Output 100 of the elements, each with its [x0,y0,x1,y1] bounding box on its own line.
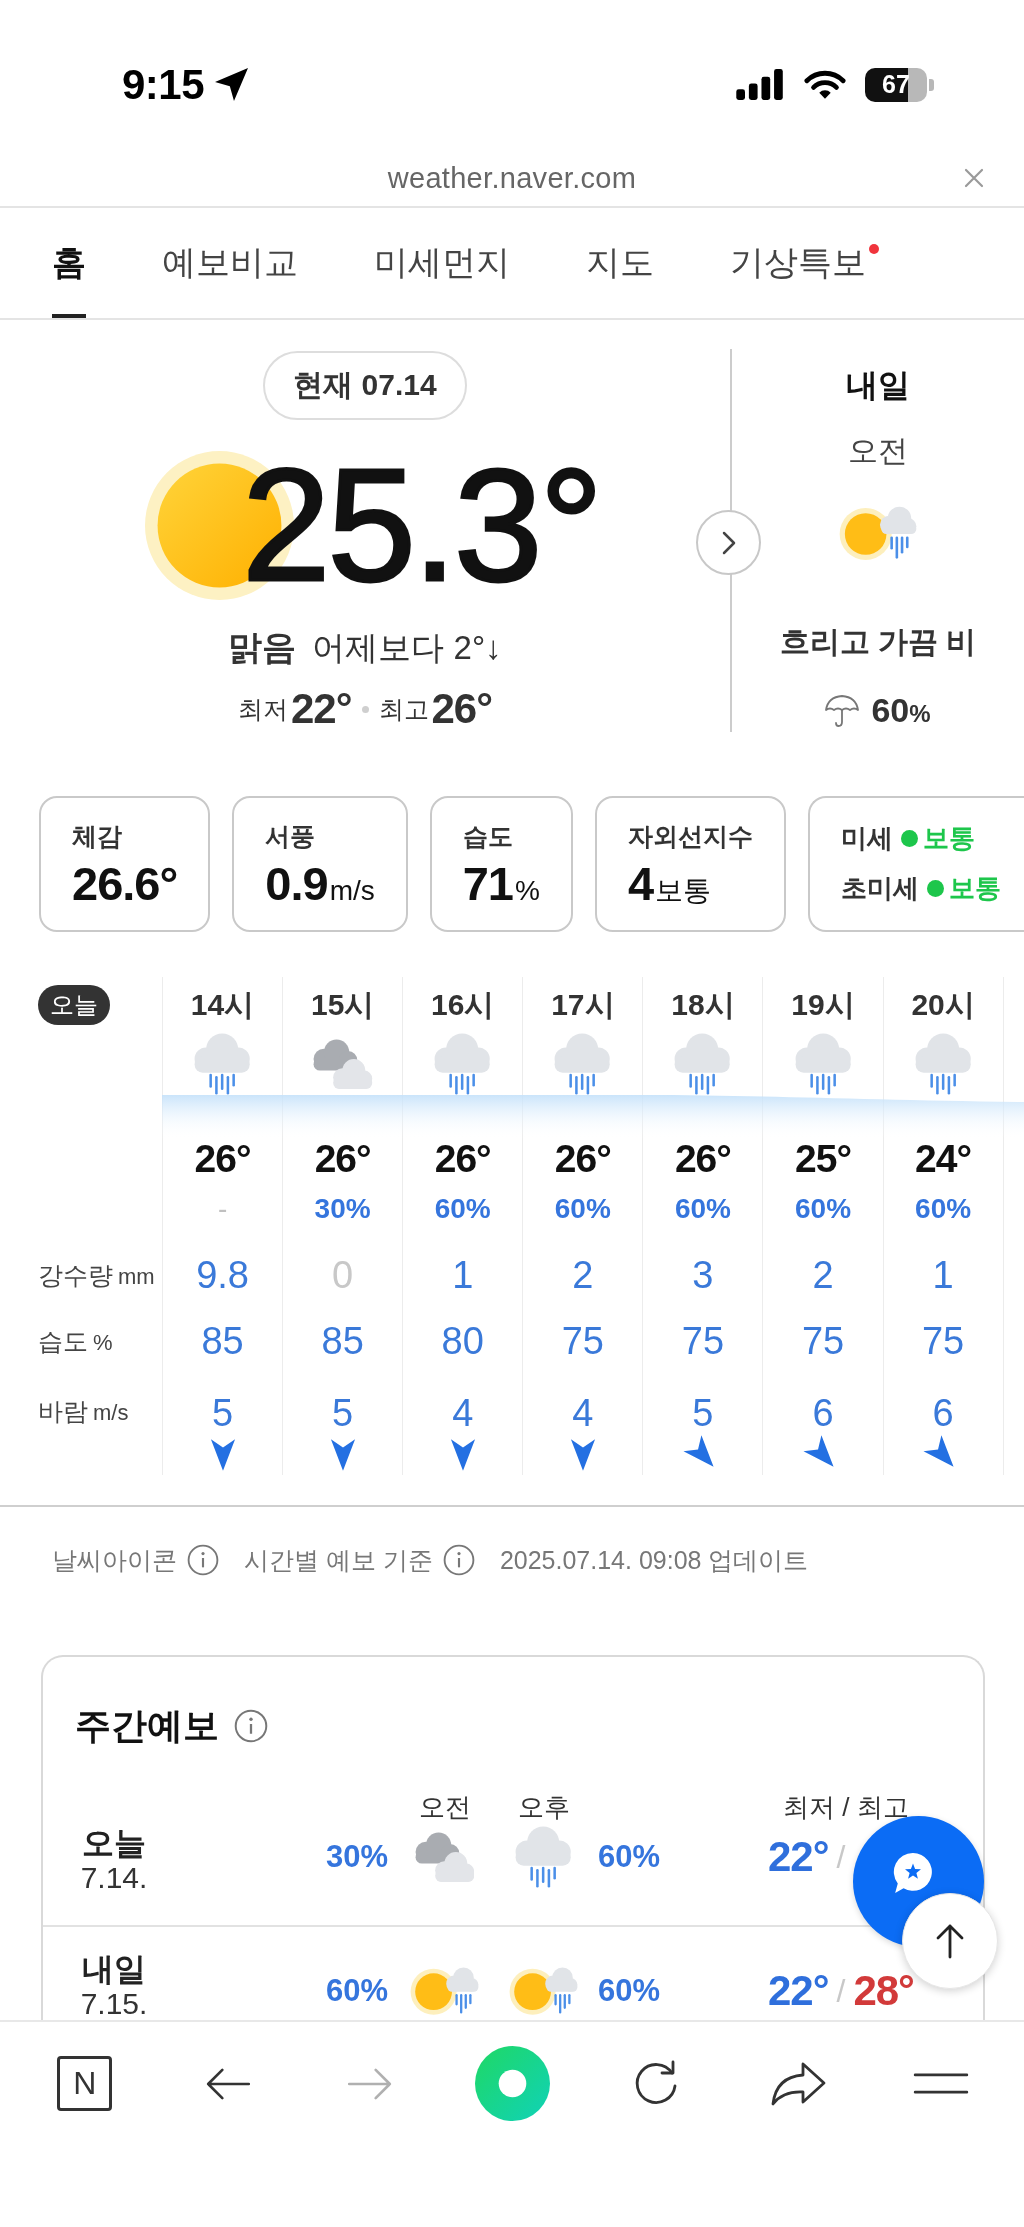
close-icon[interactable] [964,168,984,188]
precipitation-chance: 30% [314,1193,371,1225]
row-label: 습도 % [38,1325,113,1357]
precipitation-chance: 60% [871,689,931,731]
day-date: 7.14. [80,1862,148,1893]
hour-temperature: 26° [554,1139,611,1179]
hour-temperature: 26° [434,1139,491,1179]
rain-cloud-icon [674,1032,732,1096]
humidity-value: 80 [441,1319,484,1363]
info-icon[interactable] [442,1544,475,1576]
precipitation-amount: 1 [452,1253,474,1297]
detail-value: 4보통 [627,858,713,912]
nav-tab[interactable]: 예보비교 [162,208,298,318]
right-arrow-icon [347,2066,394,2101]
nav-tab[interactable]: 미세먼지 [374,208,510,318]
wind-arrow-icon [569,1438,596,1472]
wind-arrow-icon [329,1438,356,1472]
detail-label: 서풍 [265,821,317,852]
precipitation-chance: - [217,1193,228,1225]
up-arrow-icon [936,1923,964,1959]
wind-arrow-icon [449,1438,476,1472]
detail-label: 자외선지수 [627,821,753,852]
precipitation-chance: 60% [598,1839,661,1875]
forecast-condition: 흐리고 가끔 비 [779,623,977,660]
column-header: 오후 [517,1790,570,1824]
hour-temperature: 26° [314,1139,371,1179]
low-label: 최저 [238,693,288,725]
hour-temperature: 26° [194,1139,251,1179]
humidity-value: 75 [801,1319,845,1363]
detail-value: 26.6° [72,858,178,910]
weather-condition: 맑음 [228,627,297,668]
location-arrow-icon [215,68,249,101]
nav-tab[interactable]: 기상특보 [730,208,879,318]
sun-cloud-rain-icon [410,1966,479,2016]
day-name: 내일 [82,1950,146,1989]
rain-cloud-icon [194,1032,251,1096]
precipitation-chance: 60% [325,1973,388,2009]
rain-cloud-icon [515,1825,572,1889]
chat-star-icon [893,1851,933,1894]
column-header: 오전 [418,1790,471,1824]
rain-cloud-icon [554,1032,612,1096]
precipitation-chance: 60% [915,1193,972,1225]
wind-speed: 5 [211,1391,234,1435]
footer-text: 날씨아이콘 [52,1545,177,1575]
wind-speed: 6 [812,1391,834,1435]
forecast-period: 오전 [848,433,908,469]
status-time: 9:15 [122,63,205,106]
separator-dot-icon [361,705,369,713]
info-icon[interactable] [234,1709,268,1743]
precipitation-chance: 60% [434,1193,491,1225]
precipitation-amount: 2 [812,1253,834,1297]
low-temperature: 22° [768,1967,829,2015]
rain-cloud-icon [434,1032,492,1096]
wind-speed: 6 [932,1391,954,1435]
wind-arrow-icon [209,1438,236,1472]
detail-value: 71% [462,858,540,912]
wind-speed: 5 [332,1391,354,1435]
clouds-icon [414,1831,475,1883]
wind-speed: 4 [572,1391,594,1435]
humidity-value: 75 [921,1319,965,1363]
nav-tab[interactable]: 홈 [52,208,86,318]
humidity-value: 85 [321,1319,364,1363]
left-arrow-icon [204,2066,251,2101]
temperature-separator: / [836,1838,846,1876]
low-temperature: 22° [291,686,352,732]
chevron-right-icon [721,530,736,555]
precipitation-amount: 2 [572,1253,594,1297]
precipitation-chance: 60% [795,1193,852,1225]
column-header: 최저 / 최고 [783,1790,909,1824]
logo-button[interactable]: N [57,2056,113,2111]
row-label: 바람 m/s [38,1396,129,1427]
precipitation-amount: 9.8 [196,1253,249,1297]
menu-icon [912,2072,969,2095]
rain-cloud-icon [794,1032,852,1096]
nav-tab[interactable]: 지도 [586,208,654,318]
wind-speed: 4 [452,1391,474,1435]
hour-label: 17시 [551,986,615,1023]
temperature-comparison: 어제보다 2°↓ [312,628,502,668]
high-label: 최고 [378,693,429,725]
sun-cloud-rain-icon [839,506,917,561]
precipitation-amount: 1 [932,1253,954,1297]
section-title: 주간예보 [75,1703,219,1748]
air-label: 미세 [840,821,893,855]
air-status: 보통 [948,871,1001,905]
hour-temperature: 25° [795,1139,851,1179]
high-temperature: 26° [431,686,492,732]
wifi-icon [804,69,846,100]
low-temperature: 22° [768,1833,829,1881]
hour-label: 18시 [671,986,735,1023]
day-badge: 오늘 [38,985,110,1025]
info-icon[interactable] [187,1544,219,1576]
day-name: 오늘 [82,1823,146,1863]
detail-label: 습도 [462,821,514,852]
day-date: 7.15. [80,1989,148,2019]
hour-label: 16시 [431,986,495,1023]
clouds-icon [312,1038,373,1090]
detail-value: 0.9m/s [265,858,375,912]
humidity-value: 75 [681,1319,725,1363]
precipitation-amount: 3 [692,1253,714,1297]
row-label: 강수량 mm [38,1259,155,1291]
